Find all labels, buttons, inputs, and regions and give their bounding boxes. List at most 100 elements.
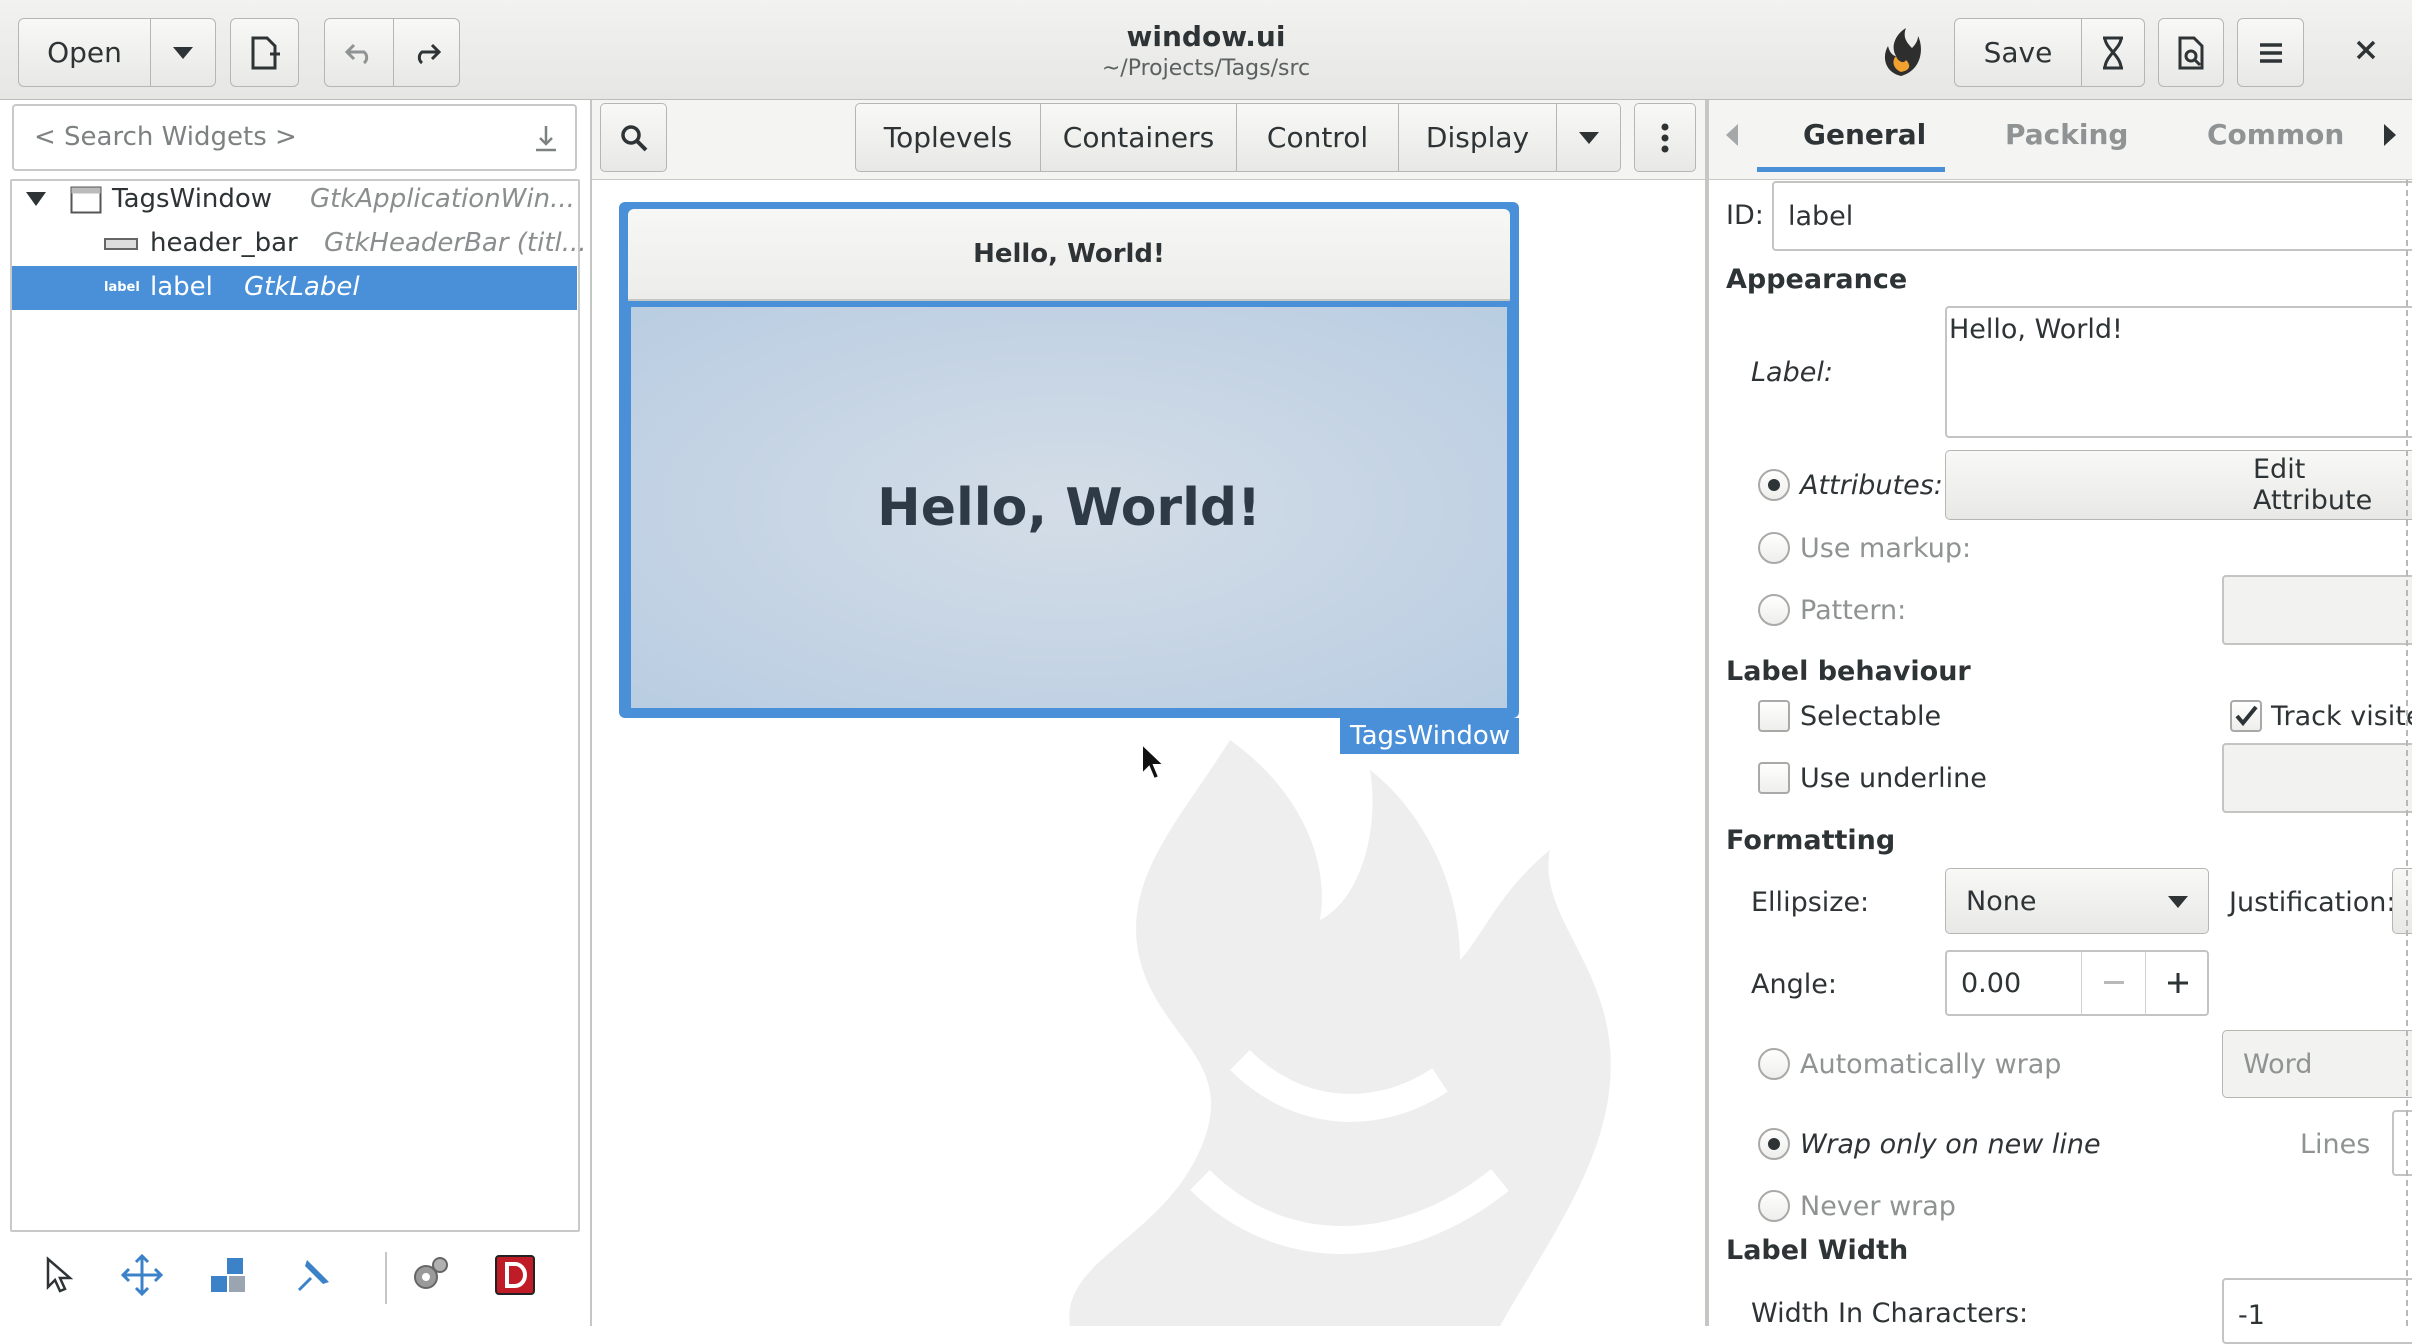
- close-button[interactable]: [2346, 30, 2386, 70]
- widget-tree: [10, 179, 580, 1232]
- appearance-heading: Appearance: [1726, 264, 1908, 295]
- devhelp-tool[interactable]: [490, 1250, 540, 1300]
- mnemonic-widget-field[interactable]: [2222, 743, 2412, 813]
- palette-search-button[interactable]: [600, 103, 667, 172]
- preview-header-bar[interactable]: Hello, World!: [628, 209, 1510, 301]
- palette-display-button[interactable]: Display: [1399, 103, 1557, 172]
- angle-spinbutton[interactable]: 0.00: [1945, 950, 2209, 1016]
- wrap-mode-dropdown[interactable]: Word: [2222, 1030, 2412, 1098]
- label-text-value: Hello, World!: [1949, 314, 2123, 345]
- document-search-icon: [2178, 36, 2204, 69]
- tree-row-label[interactable]: label label GtkLabel: [12, 266, 577, 310]
- tab-scroll-left-icon[interactable]: [1726, 124, 1740, 146]
- chevron-down-icon: [2168, 896, 2188, 908]
- auto-wrap-radio[interactable]: [1758, 1048, 1790, 1080]
- save-as-button[interactable]: [2082, 18, 2145, 87]
- angle-increment-button[interactable]: [2145, 952, 2209, 1014]
- justification-label: Justification:: [2229, 887, 2396, 918]
- wrap-new-line-label: Wrap only on new line: [1800, 1129, 2101, 1160]
- tree-row-header-bar[interactable]: header_bar GtkHeaderBar (titl...: [12, 222, 587, 266]
- label-behaviour-heading: Label behaviour: [1726, 656, 1971, 687]
- alignment-edit-tool[interactable]: [289, 1250, 339, 1300]
- auto-wrap-label: Automatically wrap: [1800, 1049, 2062, 1080]
- pointer-icon: [46, 1256, 73, 1293]
- close-icon: [2356, 40, 2376, 60]
- edit-attributes-label: Edit Attribute: [2253, 454, 2373, 516]
- right-pane-separator[interactable]: [1705, 100, 1709, 1326]
- preferences-tool[interactable]: [405, 1250, 455, 1300]
- preview-label[interactable]: Hello, World!: [631, 307, 1507, 708]
- tab-scroll-right-icon[interactable]: [2382, 124, 2396, 146]
- preview-label-text: Hello, World!: [877, 477, 1261, 538]
- tab-general[interactable]: General: [1803, 118, 1926, 151]
- width-chars-value: -1: [2238, 1300, 2265, 1331]
- glade-logo-icon[interactable]: [1876, 26, 1926, 78]
- attributes-radio[interactable]: [1758, 469, 1790, 501]
- label-text-area[interactable]: Hello, World!: [1945, 306, 2412, 438]
- wrap-new-line-radio[interactable]: [1758, 1128, 1790, 1160]
- pattern-radio[interactable]: [1758, 594, 1790, 626]
- minus-icon: [2103, 981, 2124, 984]
- palette-menu-button[interactable]: [1634, 103, 1696, 172]
- search-placeholder: < Search Widgets >: [34, 122, 297, 152]
- width-chars-field[interactable]: -1: [2222, 1278, 2412, 1344]
- vertical-dots-icon: [1661, 123, 1669, 152]
- angle-label: Angle:: [1751, 969, 1837, 1000]
- label-width-heading: Label Width: [1726, 1235, 1909, 1266]
- tree-item-type: GtkHeaderBar (titl...: [324, 228, 587, 258]
- devhelp-icon: [495, 1255, 535, 1295]
- headerbar-icon: [104, 238, 138, 250]
- tab-common[interactable]: Common: [2207, 118, 2344, 151]
- palette-control-button[interactable]: Control: [1237, 103, 1399, 172]
- selectable-checkbox[interactable]: [1758, 700, 1790, 732]
- edit-attributes-button[interactable]: Edit Attribute: [1945, 450, 2412, 520]
- pattern-field[interactable]: [2222, 575, 2412, 645]
- palette-containers-button[interactable]: Containers: [1041, 103, 1237, 172]
- lines-field[interactable]: [2392, 1110, 2412, 1176]
- wrap-mode-value: Word: [2243, 1048, 2313, 1080]
- main-menu-button[interactable]: [2237, 18, 2304, 87]
- angle-decrement-button[interactable]: [2081, 952, 2145, 1014]
- never-wrap-radio[interactable]: [1758, 1190, 1790, 1222]
- use-underline-label: Use underline: [1800, 763, 1987, 794]
- justification-dropdown[interactable]: [2392, 868, 2412, 934]
- margin-icon: [211, 1258, 245, 1292]
- tab-packing[interactable]: Packing: [2005, 118, 2128, 151]
- selectable-label: Selectable: [1800, 701, 1942, 732]
- track-visited-label: Track visited: [2271, 701, 2412, 732]
- active-tab-indicator: [1757, 167, 1945, 172]
- palette-toplevels-button[interactable]: Toplevels: [855, 103, 1041, 172]
- tree-item-name: label: [150, 272, 213, 302]
- move-icon: [121, 1254, 163, 1296]
- pin-icon: [297, 1260, 329, 1292]
- select-tool[interactable]: [33, 1250, 83, 1300]
- ellipsize-value: None: [1966, 885, 2037, 917]
- preview-window-tag: TagsWindow: [1340, 718, 1519, 754]
- ellipsize-label: Ellipsize:: [1751, 887, 1870, 918]
- palette-more-dropdown[interactable]: [1557, 103, 1621, 172]
- document-properties-button[interactable]: [2158, 18, 2224, 87]
- header-bar: Open window.ui ~/Projects/Tags/src Save: [0, 0, 2412, 100]
- margin-edit-tool[interactable]: [203, 1250, 253, 1300]
- hourglass-icon: [2103, 36, 2123, 69]
- window-icon: [70, 186, 102, 214]
- expander-icon[interactable]: [26, 192, 46, 206]
- checkmark-icon: [2235, 705, 2258, 727]
- use-underline-checkbox[interactable]: [1758, 762, 1790, 794]
- track-visited-checkbox[interactable]: [2230, 700, 2262, 732]
- ellipsize-dropdown[interactable]: None: [1945, 868, 2209, 934]
- drag-resize-tool[interactable]: [117, 1250, 167, 1300]
- plus-icon: [2167, 973, 2188, 993]
- inspector-scroll-edge: [2406, 180, 2408, 1326]
- tree-row-tagswindow[interactable]: TagsWindow GtkApplicationWin...: [12, 178, 577, 222]
- use-markup-radio[interactable]: [1758, 532, 1790, 564]
- use-markup-label: Use markup:: [1800, 533, 1972, 564]
- width-chars-label: Width In Characters:: [1751, 1298, 2029, 1329]
- save-button[interactable]: Save: [1954, 18, 2082, 87]
- lines-label: Lines: [2300, 1129, 2371, 1160]
- pattern-label: Pattern:: [1800, 595, 1907, 626]
- left-pane-separator[interactable]: [590, 100, 592, 1326]
- id-field[interactable]: label: [1772, 181, 2412, 251]
- search-widgets-input[interactable]: < Search Widgets >: [12, 104, 577, 171]
- filter-icon[interactable]: [533, 124, 559, 154]
